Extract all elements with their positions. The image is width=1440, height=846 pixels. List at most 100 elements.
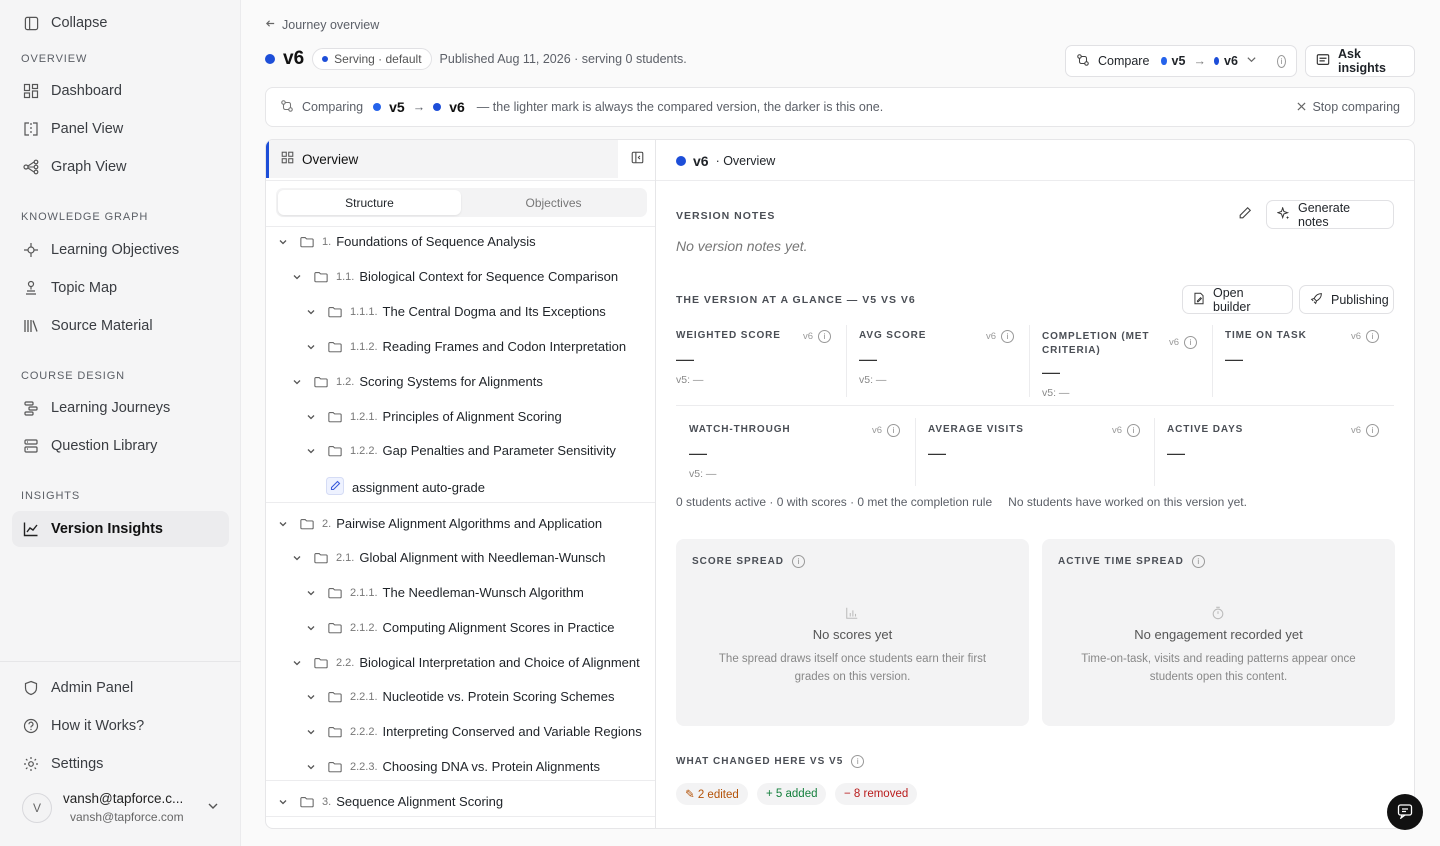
tree-item-label: Reading Frames and Codon Interpretation [382, 339, 627, 354]
tree-item-label: Pairwise Alignment Algorithms and Applic… [336, 516, 603, 531]
tree-item[interactable]: 2. Pairwise Alignment Algorithms and Appl… [278, 516, 602, 531]
sidebar-item-source-material[interactable]: Source Material [22, 311, 153, 341]
publishing-button[interactable]: Publishing [1299, 285, 1394, 314]
tree-item-number: 1.1. [336, 270, 355, 283]
back-to-journey-link[interactable]: Journey overview [265, 18, 379, 32]
generate-notes-button[interactable]: Generate notes [1266, 200, 1394, 229]
tree-item[interactable]: 3. Sequence Alignment Scoring [278, 794, 503, 809]
version-header: v6 Serving · default Published Aug 11, 2… [265, 48, 687, 70]
sidebar-item-dashboard[interactable]: Dashboard [22, 76, 122, 106]
sidebar-item-graph-view[interactable]: Graph View [22, 152, 127, 182]
chevron-down-icon[interactable] [306, 412, 316, 422]
tree-item[interactable]: assignment auto-grade [326, 477, 485, 498]
compare-dropdown[interactable]: Compare v5 → v6 i [1065, 45, 1297, 77]
tree-item-number: 2.1.1. [350, 586, 378, 599]
sidebar-item-topic-map[interactable]: Topic Map [22, 273, 117, 303]
sidebar-item-admin-panel[interactable]: Admin Panel [22, 673, 133, 703]
metric-tag-label: v6 [803, 331, 814, 342]
removed-badge[interactable]: − 8 removed [835, 783, 918, 805]
chevron-down-icon[interactable] [292, 272, 302, 282]
info-icon[interactable]: i [1001, 330, 1015, 343]
tree-item[interactable]: 1.2.1. Principles of Alignment Scoring [306, 409, 562, 424]
tree-item[interactable]: 1. Foundations of Sequence Analysis [278, 234, 536, 249]
info-icon[interactable]: i [818, 330, 832, 343]
tree-item[interactable]: 2.1. Global Alignment with Needleman-Wuns… [292, 550, 606, 565]
info-icon[interactable]: i [1366, 330, 1380, 343]
chevron-down-icon[interactable] [306, 727, 316, 737]
divider [266, 180, 655, 181]
tree-item[interactable]: 2.1.1. The Needleman-Wunsch Algorithm [306, 585, 584, 600]
chevron-down-icon[interactable] [306, 307, 316, 317]
chevron-down-icon[interactable] [278, 797, 288, 807]
collapse-button[interactable]: Collapse [22, 8, 107, 38]
tree-item[interactable]: 1.2. Scoring Systems for Alignments [292, 374, 543, 389]
pencil-icon[interactable] [1238, 206, 1252, 223]
chat-button[interactable] [1387, 794, 1423, 830]
sidebar-item-panel-view[interactable]: Panel View [22, 114, 123, 144]
chevron-down-icon[interactable] [306, 446, 316, 456]
folder-icon [328, 306, 342, 318]
collapse-panel-icon[interactable] [631, 151, 644, 167]
sidebar-item-learning-journeys[interactable]: Learning Journeys [22, 393, 170, 423]
info-icon[interactable]: i [1184, 336, 1198, 349]
sidebar-item-how-it-works[interactable]: How it Works? [22, 711, 144, 741]
publishing-label: Publishing [1331, 292, 1389, 307]
compare-from-dot [1161, 57, 1167, 65]
chevron-down-icon[interactable] [306, 692, 316, 702]
chevron-down-icon[interactable] [306, 342, 316, 352]
tree-item[interactable]: 1.1. Biological Context for Sequence Comp… [292, 269, 618, 284]
sidebar-item-label: Question Library [51, 438, 158, 454]
folder-icon [314, 271, 328, 283]
info-icon[interactable]: i [887, 424, 901, 437]
tree-item[interactable]: 2.1.2. Computing Alignment Scores in Prac… [306, 620, 614, 635]
topic-map-icon [22, 279, 40, 297]
info-icon[interactable]: i [1127, 424, 1141, 437]
edited-badge[interactable]: ✎ 2 edited [676, 783, 748, 805]
info-icon[interactable]: i [1191, 555, 1205, 568]
sidebar-item-learning-objectives[interactable]: Learning Objectives [22, 235, 179, 265]
chevron-down-icon[interactable] [306, 762, 316, 772]
tree-item[interactable]: 2.2.1. Nucleotide vs. Protein Scoring Sch… [306, 689, 614, 704]
chevron-down-icon[interactable] [278, 519, 288, 529]
chevron-down-icon[interactable] [207, 800, 219, 815]
tree-item-number: 2.2.2. [350, 725, 378, 738]
tab-objectives[interactable]: Objectives [462, 190, 645, 215]
tab-structure[interactable]: Structure [278, 190, 461, 215]
tree-item[interactable]: 2.2. Biological Interpretation and Choice… [292, 655, 640, 670]
chevron-down-icon[interactable] [278, 237, 288, 247]
stop-comparing-button[interactable]: Stop comparing [1297, 100, 1400, 114]
compare-arrow: → [1193, 54, 1206, 68]
sidebar-item-question-library[interactable]: Question Library [22, 431, 157, 461]
info-icon[interactable]: i [1276, 54, 1286, 68]
info-icon[interactable]: i [792, 555, 806, 568]
chevron-down-icon[interactable] [306, 588, 316, 598]
activity-note: No students have worked on this version … [1008, 495, 1247, 509]
open-builder-button[interactable]: Open builder [1182, 285, 1293, 314]
tree-item[interactable]: 1.2.2. Gap Penalties and Parameter Sensit… [306, 443, 616, 458]
tree-item[interactable]: 1.1.2. Reading Frames and Codon Interpret… [306, 339, 626, 354]
divider [266, 226, 655, 227]
chevron-down-icon[interactable] [306, 623, 316, 633]
ask-insights-button[interactable]: Ask insights [1305, 45, 1415, 77]
chevron-down-icon[interactable] [292, 377, 302, 387]
no-notes-text: No version notes yet. [676, 238, 808, 254]
tree-item[interactable]: 2.2.3. Choosing DNA vs. Protein Alignment… [306, 759, 600, 774]
avatar[interactable]: V [22, 793, 52, 823]
metric-tag-label: v6 [872, 425, 883, 436]
tree-item-number: 1.1.2. [350, 340, 378, 353]
folder-icon [300, 796, 314, 808]
ask-insights-label: Ask insights [1338, 47, 1386, 75]
sidebar-item-settings[interactable]: Settings [22, 749, 103, 779]
info-icon[interactable]: i [851, 755, 865, 768]
tree-item-label: Biological Context for Sequence Comparis… [359, 269, 619, 284]
chevron-down-icon[interactable] [292, 658, 302, 668]
sidebar-item-label: Learning Journeys [51, 400, 171, 416]
sidebar-item-version-insights[interactable]: Version Insights [22, 514, 163, 544]
chevron-down-icon[interactable] [292, 553, 302, 563]
tree-item[interactable]: 1.1.1. The Central Dogma and Its Exceptio… [306, 304, 606, 319]
info-icon[interactable]: i [1366, 424, 1380, 437]
tree-item[interactable]: 2.2.2. Interpreting Conserved and Variabl… [306, 724, 642, 739]
compare-icon [280, 99, 294, 116]
metric-previous: v5: — [689, 468, 717, 480]
added-badge[interactable]: + 5 added [757, 783, 827, 805]
